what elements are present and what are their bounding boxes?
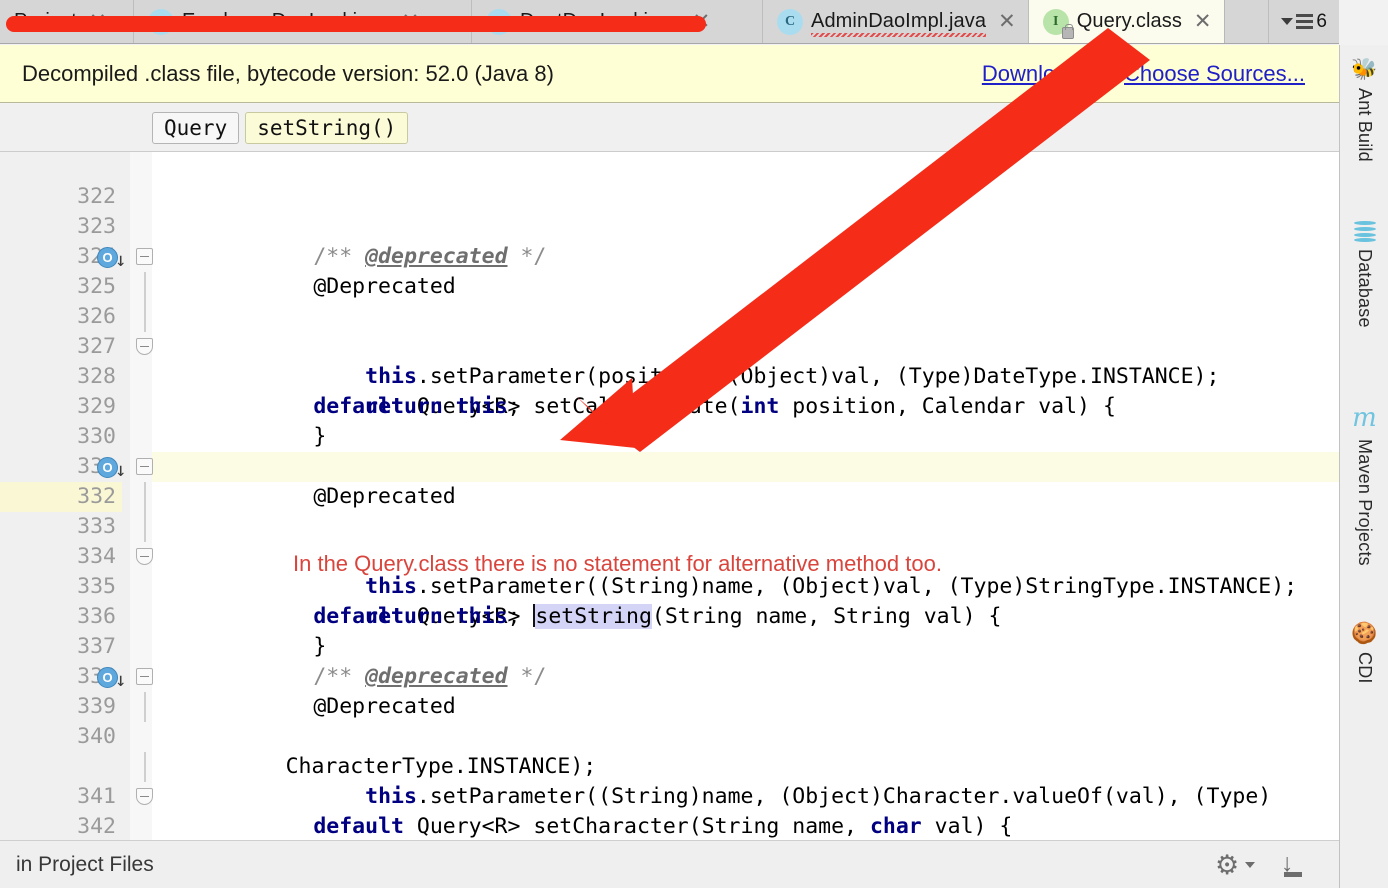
override-arrow-icon: ↓ [115, 249, 127, 271]
code-line: 324 @Deprecated [77, 212, 1339, 299]
fold-start-icon[interactable] [136, 458, 153, 475]
code-line: 334 return this; [77, 512, 1339, 629]
editor-tab-label: AdminDaoImpl.java [811, 10, 987, 37]
interface-icon: I [1042, 8, 1074, 39]
status-bar: in Project Files [0, 840, 1339, 888]
line-number: 329 [77, 394, 116, 419]
tab-list-icon [1296, 14, 1314, 29]
class-icon: C [777, 8, 803, 35]
tool-button-label: CDI [1355, 652, 1375, 684]
chevron-down-icon [1281, 18, 1294, 25]
code-line: 343 [152, 812, 1339, 840]
line-number: 323 [77, 214, 116, 239]
fold-guide-line [144, 272, 146, 302]
cdi-icon: 🍪 [1351, 622, 1378, 645]
fold-guide-line [144, 752, 146, 782]
code-line: 337 /** @deprecated */ [77, 602, 1339, 689]
tool-button-database[interactable]: Database [1340, 213, 1388, 328]
editor-tab-admindaoimpl[interactable]: C AdminDaoImpl.java ✕ [763, 0, 1029, 43]
code-line: 330 /** @deprecated */ [77, 392, 1339, 479]
gear-icon[interactable] [1215, 853, 1239, 877]
close-icon[interactable]: ✕ [1190, 11, 1212, 32]
code-line: 339 O ↓ default Query<R> setCharacter(St… [77, 662, 1339, 839]
download-icon[interactable] [1281, 853, 1305, 877]
breadcrumb-class[interactable]: Query [152, 111, 240, 144]
fold-start-icon[interactable] [136, 668, 153, 685]
code-line: 327 return this; [77, 302, 1339, 419]
line-number: 326 [77, 304, 116, 329]
editor-tab-label: Query.class [1076, 10, 1182, 32]
status-bar-actions [1215, 853, 1323, 877]
breadcrumb: Query setString() [0, 104, 1339, 152]
annotation-redaction-bar [6, 16, 706, 32]
choose-sources-link[interactable]: Choose Sources... [1124, 61, 1305, 87]
annotation-note: In the Query.class there is no statement… [293, 551, 942, 576]
code-line: 338 @Deprecated [77, 632, 1339, 719]
line-number: 341 [77, 784, 116, 809]
tool-button-cdi[interactable]: 🍪 CDI [1340, 615, 1388, 684]
fold-guide-line [144, 512, 146, 542]
code-line: 342 } [77, 782, 1339, 839]
line-number: 333 [77, 514, 116, 539]
line-number: 337 [77, 634, 116, 659]
line-number: 322 [77, 184, 116, 209]
code-line: 329 [77, 362, 1339, 419]
code-line: 325 O ↓ default Query<R> setCalendarDate… [77, 242, 1339, 419]
code-line: 341 return this; [77, 752, 1339, 809]
code-line: 331 @Deprecated [77, 422, 1339, 509]
tool-button-label: Ant Build [1355, 88, 1375, 162]
right-tool-window-bar: 🐝 Ant Build Database m Maven Projects 🍪 … [1339, 45, 1388, 888]
line-number: 325 [77, 274, 116, 299]
fold-guide-line [144, 302, 146, 332]
fold-guide-line [144, 692, 146, 722]
tab-count-label: 6 [1316, 10, 1327, 32]
code-line: 322 [77, 152, 1339, 209]
fold-end-icon[interactable] [136, 548, 153, 565]
code-line: 340 this.setParameter((String)name, (Obj… [77, 692, 1339, 809]
tool-button-maven-projects[interactable]: m Maven Projects [1340, 397, 1388, 566]
line-number: 339 [77, 694, 116, 719]
tab-list-dropdown[interactable]: 6 [1268, 0, 1339, 43]
line-number: 328 [77, 364, 116, 389]
override-arrow-icon: ↓ [115, 669, 127, 691]
idea-window: Project ✕ C EmployeeDaoImpl.java ✕ C Dep… [0, 0, 1388, 888]
status-bar-text: in Project Files [16, 852, 154, 876]
code-content[interactable]: 322 323 /** @deprecated */ 324 @Deprecat… [0, 152, 1339, 840]
decompiled-notification-bar: Decompiled .class file, bytecode version… [0, 45, 1339, 103]
code-line: 323 /** @deprecated */ [77, 182, 1339, 269]
fold-start-icon[interactable] [136, 248, 153, 265]
code-line-wrapped: CharacterType.INSTANCE); [152, 722, 1339, 779]
line-number: 340 [77, 724, 116, 749]
lock-icon [1061, 23, 1074, 39]
notification-actions: Download... Choose Sources... [982, 61, 1305, 87]
code-line: 326 this.setParameter(position, (Object)… [77, 272, 1339, 389]
notification-message: Decompiled .class file, bytecode version… [22, 60, 554, 86]
line-number: 342 [77, 814, 116, 839]
code-line: 328 } [77, 332, 1339, 449]
override-arrow-icon: ↓ [115, 459, 127, 481]
editor-tab-query-class[interactable]: I Query.class ✕ [1028, 0, 1225, 43]
breadcrumb-method[interactable]: setString() [245, 111, 409, 144]
ant-icon: 🐝 [1351, 58, 1378, 81]
code-editor[interactable]: 322 323 /** @deprecated */ 324 @Deprecat… [0, 152, 1339, 840]
line-number: 327 [77, 334, 116, 359]
code-line: 333 this.setParameter((String)name, (Obj… [77, 482, 1339, 599]
tool-button-label: Database [1355, 249, 1375, 328]
fold-guide-line [144, 482, 146, 512]
close-icon[interactable]: ✕ [994, 11, 1016, 32]
line-number: 332 [0, 482, 122, 512]
tool-button-ant-build[interactable]: 🐝 Ant Build [1340, 51, 1388, 162]
fold-end-icon[interactable] [136, 788, 153, 805]
fold-end-icon[interactable] [136, 338, 153, 355]
tool-button-label: Maven Projects [1355, 439, 1375, 566]
line-number: 336 [77, 604, 116, 629]
database-icon [1353, 221, 1376, 242]
chevron-down-icon[interactable] [1245, 861, 1255, 868]
line-number: 334 [77, 544, 116, 569]
code-line-current: 332 O ↓ default Query<R> setString(Strin… [0, 452, 1339, 629]
maven-icon: m [1352, 403, 1377, 433]
line-number: 335 [77, 574, 116, 599]
download-sources-link[interactable]: Download... [982, 61, 1098, 87]
line-number: 330 [77, 424, 116, 449]
